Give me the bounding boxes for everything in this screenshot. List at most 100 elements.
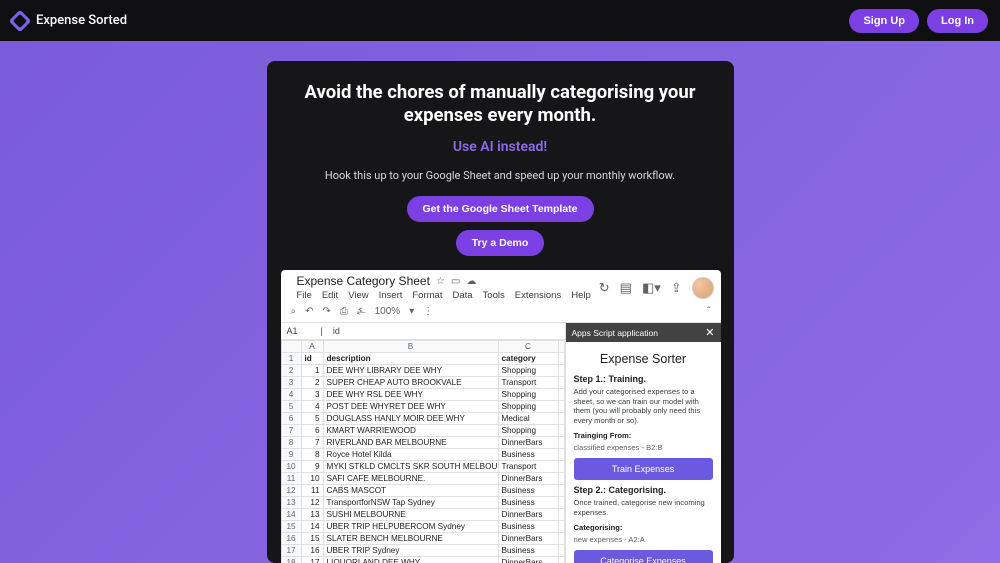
print-icon: ⎙ <box>340 306 348 317</box>
row-header: 6 <box>281 413 301 425</box>
table-row: 1211CABS MASCOTBusiness <box>281 485 564 497</box>
brand-name: Expense Sorted <box>36 13 127 28</box>
get-template-button[interactable]: Get the Google Sheet Template <box>407 196 594 222</box>
row-header: 8 <box>281 437 301 449</box>
cell-category: Business <box>498 485 558 497</box>
cell <box>558 545 564 557</box>
gs-menu-view[interactable]: View <box>348 290 368 301</box>
cell <box>558 365 564 377</box>
try-demo-button[interactable]: Try a Demo <box>456 230 545 256</box>
table-row: 87RIVERLAND BAR MELBOURNEDinnerBars <box>281 437 564 449</box>
categorise-expenses-button[interactable]: Categorise Expenses <box>574 550 713 563</box>
history-icon: ↻ <box>599 280 610 296</box>
row-header: 15 <box>281 521 301 533</box>
share-icon: ⇪ <box>671 280 682 296</box>
cell <box>558 473 564 485</box>
col-header: C <box>498 341 558 353</box>
nav-actions: Sign Up Log In <box>849 9 988 33</box>
train-from-label: Trainging From: <box>574 431 713 440</box>
cell-id: 8 <box>301 449 323 461</box>
table-row: 43DEE WHY RSL DEE WHYShopping <box>281 389 564 401</box>
signup-button[interactable]: Sign Up <box>849 9 919 33</box>
cell-description: DOUGLASS HANLY MOIR DEE WHY <box>323 413 498 425</box>
gs-menu-file[interactable]: File <box>297 290 312 301</box>
table-row: 1716UBER TRIP SydneyBusiness <box>281 545 564 557</box>
name-box: A1 <box>287 326 311 336</box>
cell-category: Shopping <box>498 425 558 437</box>
cell <box>558 521 564 533</box>
categorise-range: new expenses - A2:A <box>574 535 713 544</box>
cell <box>558 425 564 437</box>
gs-menu-tools[interactable]: Tools <box>483 290 505 301</box>
cell-description: UBER TRIP HELPUBERCOM Sydney <box>323 521 498 533</box>
login-button[interactable]: Log In <box>927 9 988 33</box>
sidebar-app-label: Apps Script application <box>572 328 658 338</box>
cell-description: MYKI STKLD CMCLTS SKR SOUTH MELBOURAU <box>323 461 498 473</box>
cell-category: DinnerBars <box>498 557 558 563</box>
col-header <box>558 341 564 353</box>
cell-description: DEE WHY RSL DEE WHY <box>323 389 498 401</box>
col-header: A <box>301 341 323 353</box>
gs-document-title: Expense Category Sheet <box>297 274 430 288</box>
cell-description: CABS MASCOT <box>323 485 498 497</box>
row-header: 13 <box>281 497 301 509</box>
collapse-toolbar-icon: ˆ <box>707 306 710 317</box>
cell-id: 15 <box>301 533 323 545</box>
cell-category: Business <box>498 449 558 461</box>
train-expenses-button[interactable]: Train Expenses <box>574 458 713 480</box>
row-header: 10 <box>281 461 301 473</box>
cell-category: Shopping <box>498 401 558 413</box>
comment-icon: ▤ <box>620 280 632 296</box>
folder-icon: ▭ <box>451 276 460 287</box>
col-header <box>281 341 301 353</box>
search-icon: ⌕ <box>291 306 297 317</box>
redo-icon: ↷ <box>323 306 331 317</box>
cloud-icon: ☁ <box>466 276 476 287</box>
cell-id: 7 <box>301 437 323 449</box>
gs-menu-data[interactable]: Data <box>452 290 472 301</box>
cell-description: LIQUORLAND DEE WHY <box>323 557 498 563</box>
table-row: 98Royce Hotel KildaBusiness <box>281 449 564 461</box>
star-icon: ☆ <box>436 276 445 287</box>
row-header: 18 <box>281 557 301 563</box>
hero-subhead: Use AI instead! <box>281 139 720 155</box>
table-row: 1514UBER TRIP HELPUBERCOM SydneyBusiness <box>281 521 564 533</box>
cell: description <box>323 353 498 365</box>
gs-menu-format[interactable]: Format <box>412 290 442 301</box>
cell-category: Business <box>498 521 558 533</box>
cell-category: Transport <box>498 377 558 389</box>
close-icon[interactable]: ✕ <box>705 326 714 339</box>
gs-menu-help[interactable]: Help <box>571 290 591 301</box>
cell-category: Shopping <box>498 389 558 401</box>
cell <box>558 413 564 425</box>
cell-category: Business <box>498 497 558 509</box>
gs-toolbar: ⌕ ↶ ↷ ⎙ ⍼ 100%▾ ⋮ ˆ <box>281 301 721 323</box>
row-header: 1 <box>281 353 301 365</box>
cell-id: 13 <box>301 509 323 521</box>
hero-cta-group: Get the Google Sheet Template Try a Demo <box>281 196 720 256</box>
col-header: B <box>323 341 498 353</box>
cell-description: TransportforNSW Tap Sydney <box>323 497 498 509</box>
gs-menu-edit[interactable]: Edit <box>322 290 338 301</box>
hero-headline: Avoid the chores of manually categorisin… <box>281 81 720 127</box>
step1-desc: Add your categorised expenses to a sheet… <box>574 387 713 425</box>
gs-right-icons: ↻ ▤ ◧▾ ⇪ <box>599 277 714 299</box>
gs-menu-extensions[interactable]: Extensions <box>515 290 561 301</box>
table-row: 1110SAFI CAFE MELBOURNE.DinnerBars <box>281 473 564 485</box>
zoom-caret-icon: ▾ <box>409 306 414 317</box>
categorising-label: Categorising: <box>574 523 713 532</box>
zoom-level: 100% <box>375 306 401 317</box>
cell-description: SAFI CAFE MELBOURNE. <box>323 473 498 485</box>
row-header: 16 <box>281 533 301 545</box>
step2-heading: Step 2.: Categorising. <box>574 485 713 495</box>
more-icon: ⋮ <box>423 306 433 317</box>
sidebar-title: Expense Sorter <box>574 352 713 366</box>
table-row: 1312TransportforNSW Tap SydneyBusiness <box>281 497 564 509</box>
brand[interactable]: Expense Sorted <box>12 13 127 29</box>
paint-format-icon: ⍼ <box>357 306 366 317</box>
cell-description: POST DEE WHYRET DEE WHY <box>323 401 498 413</box>
cell-description: RIVERLAND BAR MELBOURNE <box>323 437 498 449</box>
table-row: 54POST DEE WHYRET DEE WHYShopping <box>281 401 564 413</box>
gs-menu-insert[interactable]: Insert <box>379 290 403 301</box>
cell <box>558 485 564 497</box>
